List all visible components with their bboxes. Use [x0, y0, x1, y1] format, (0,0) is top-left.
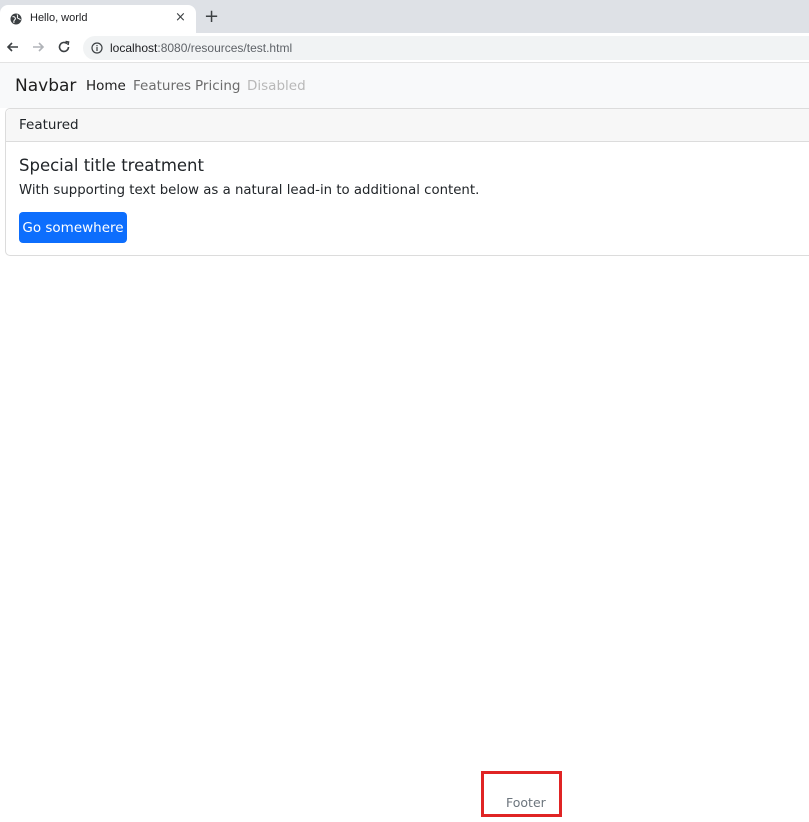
featured-card: Featured Special title treatment With su…	[5, 108, 809, 256]
close-tab-icon[interactable]: ×	[175, 10, 186, 25]
footer-highlight-box: Footer	[481, 771, 562, 817]
nav-link-pricing[interactable]: Pricing	[195, 78, 241, 94]
card-header-text: Featured	[19, 117, 79, 133]
url-host: localhost	[110, 41, 158, 55]
card-header: Featured	[6, 109, 809, 142]
nav-link-disabled: Disabled	[247, 78, 306, 94]
browser-tab-strip: Hello, world × +	[0, 0, 809, 33]
navbar-brand[interactable]: Navbar	[15, 76, 76, 96]
new-tab-button[interactable]: +	[204, 8, 219, 26]
back-arrow-icon[interactable]	[5, 39, 21, 55]
url-text: localhost:8080/resources/test.html	[110, 41, 292, 55]
reload-icon[interactable]	[56, 39, 72, 55]
url-path: :8080/resources/test.html	[157, 41, 293, 55]
nav-link-home[interactable]: Home	[86, 78, 126, 94]
card-text: With supporting text below as a natural …	[19, 183, 480, 198]
go-somewhere-button[interactable]: Go somewhere	[19, 212, 127, 243]
card-title: Special title treatment	[19, 156, 204, 175]
info-icon[interactable]	[91, 42, 103, 54]
navbar: Navbar Home Features Pricing Disabled	[0, 63, 809, 108]
forward-arrow-icon[interactable]	[30, 39, 46, 55]
address-bar[interactable]: localhost:8080/resources/test.html	[83, 36, 809, 60]
tab-title: Hello, world	[30, 12, 88, 24]
nav-link-features[interactable]: Features	[133, 78, 191, 94]
footer-text: Footer	[506, 795, 546, 810]
browser-tab[interactable]: Hello, world ×	[0, 5, 196, 33]
globe-icon	[10, 13, 22, 25]
browser-toolbar: localhost:8080/resources/test.html	[0, 33, 809, 63]
